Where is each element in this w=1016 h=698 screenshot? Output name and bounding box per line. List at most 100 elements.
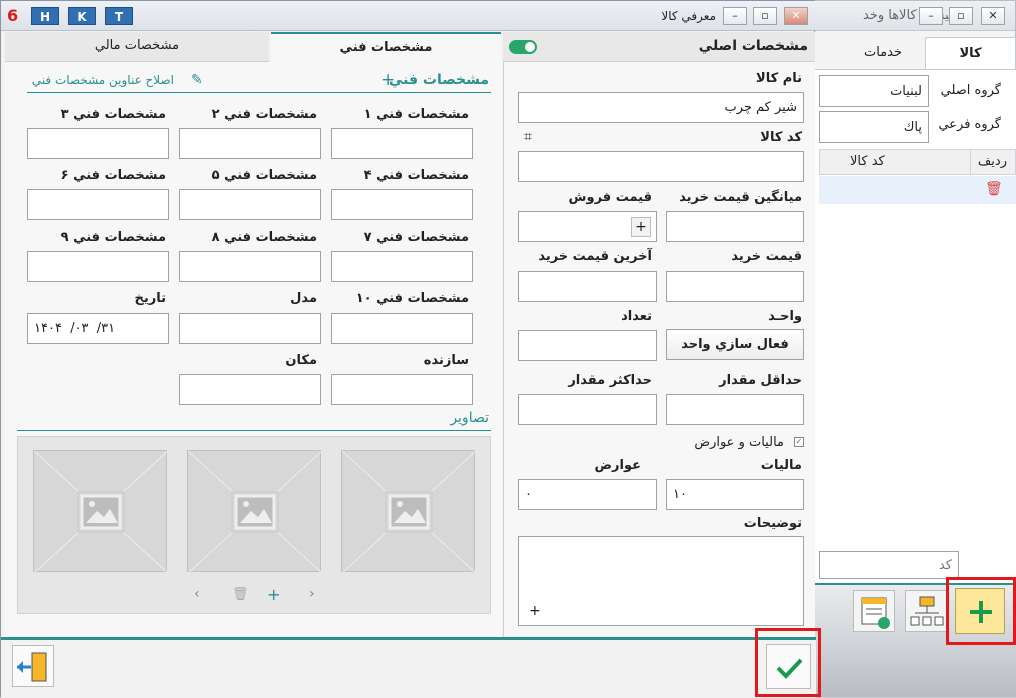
qr-code-icon[interactable]: ⌗: [524, 129, 532, 145]
image-slot-1[interactable]: [341, 450, 476, 573]
avg-buy-field[interactable]: [666, 211, 804, 242]
tech-spec-2-field[interactable]: [179, 128, 321, 159]
tech-spec-1-field[interactable]: [331, 128, 473, 159]
unit-label: واحـد: [768, 309, 802, 324]
exit-icon: [17, 652, 47, 682]
images-divider: [17, 430, 491, 431]
product-window: 6 H K T معرفي كالا – ▫ ✕ مشخصات فني مشخص…: [0, 0, 816, 698]
import-list-icon: [861, 597, 890, 629]
bg-tab-goods[interactable]: كالا: [925, 37, 1016, 69]
manufacturer-label: سازنده: [423, 353, 469, 368]
location-field[interactable]: [179, 374, 321, 405]
bg-title-bar: ليست كالاها وخد – ▫ ✕: [813, 1, 1015, 31]
image-placeholder-icon: [342, 451, 476, 573]
tech-spec-5-label: مشخصات فني ۵: [211, 168, 317, 183]
tax-checkbox[interactable]: ✓: [794, 437, 804, 447]
bg-tab-services[interactable]: خدمات: [843, 37, 923, 69]
buy-price-field[interactable]: [666, 271, 804, 302]
images-label: تصاوير: [450, 410, 489, 426]
model-field[interactable]: [179, 313, 321, 344]
tab-financial[interactable]: مشخصات مالي: [5, 32, 269, 62]
bg-close-button[interactable]: ✕: [981, 7, 1005, 25]
bg-col-code: كد كالا: [850, 154, 885, 169]
bg-col-row: رديف: [977, 154, 1007, 169]
add-image-icon[interactable]: +: [267, 585, 280, 604]
count-field[interactable]: [518, 330, 657, 361]
code-label: كد كالا: [760, 130, 802, 145]
exit-button[interactable]: [12, 645, 54, 687]
trash-icon[interactable]: 🗑: [985, 181, 1003, 197]
image-placeholder-icon: [188, 451, 322, 573]
tech-spec-1-label: مشخصات فني ۱: [363, 107, 469, 122]
bg-group-main-field[interactable]: [819, 75, 929, 107]
manufacturer-field[interactable]: [331, 374, 473, 405]
name-label: نام كالا: [756, 71, 802, 86]
import-list-button[interactable]: [853, 590, 895, 632]
last-buy-field[interactable]: [518, 271, 657, 302]
code-field[interactable]: [518, 151, 804, 182]
bg-group-sub-label: گروه فرعي: [938, 117, 1001, 132]
maximize-button[interactable]: ▫: [753, 7, 777, 25]
background-window: ليست كالاها وخد – ▫ ✕ كالا خدمات گروه اص…: [812, 0, 1016, 644]
tech-spec-9-field[interactable]: [27, 251, 169, 282]
highlight-add: [946, 577, 1016, 645]
description-field[interactable]: +: [518, 536, 804, 626]
bg-table-header: رديف كد كالا: [819, 149, 1016, 175]
tax-duty-checkbox-label: ماليات و عوارض: [694, 435, 784, 450]
add-tech-spec-icon[interactable]: +: [381, 70, 395, 90]
max-qty-field[interactable]: [518, 394, 657, 425]
tax-field[interactable]: [666, 479, 804, 510]
footer-bar: [1, 640, 816, 698]
image-slot-2[interactable]: [187, 450, 322, 573]
bg-maximize-button[interactable]: ▫: [949, 7, 973, 25]
bg-minimize-button[interactable]: –: [919, 7, 943, 25]
main-specs-toggle[interactable]: [509, 40, 537, 54]
date-label: تاريخ: [134, 291, 167, 306]
hierarchy-button[interactable]: [905, 590, 947, 632]
tech-spec-8-field[interactable]: [179, 251, 321, 282]
tech-spec-9-label: مشخصات فني ۹: [60, 230, 166, 245]
hierarchy-icon: [910, 596, 944, 626]
image-slot-3[interactable]: [33, 450, 168, 573]
min-qty-field[interactable]: [666, 394, 804, 425]
tech-spec-10-label: مشخصات فني ۱۰: [355, 291, 469, 306]
close-button[interactable]: ✕: [784, 7, 808, 25]
tech-spec-2-label: مشخصات فني ۲: [211, 107, 317, 122]
hkt-h-button[interactable]: H: [31, 7, 59, 25]
duty-label: عوارض: [594, 458, 641, 473]
hkt-t-button[interactable]: T: [105, 7, 133, 25]
hkt-k-button[interactable]: K: [68, 7, 96, 25]
location-label: مکان: [285, 353, 317, 368]
minimize-button[interactable]: –: [723, 7, 747, 25]
bg-search-input[interactable]: [819, 551, 959, 579]
activate-unit-button[interactable]: فعال سازي واحد: [666, 329, 804, 360]
bg-table-row[interactable]: 🗑: [819, 176, 1016, 204]
pencil-icon[interactable]: ✎: [191, 72, 203, 88]
chevron-left-icon[interactable]: ‹: [194, 586, 200, 602]
sell-price-add-icon[interactable]: +: [631, 217, 651, 237]
tech-spec-4-field[interactable]: [331, 189, 473, 220]
delete-image-icon[interactable]: 🗑: [232, 587, 249, 602]
name-field[interactable]: [518, 92, 804, 123]
description-add-icon[interactable]: +: [529, 603, 541, 619]
duty-field[interactable]: [518, 479, 657, 510]
window-title: معرفي كالا: [661, 9, 716, 23]
tech-spec-6-label: مشخصات فني ۶: [60, 168, 166, 183]
highlight-confirm: [755, 628, 821, 697]
edit-tech-titles-link[interactable]: اصلاح عناوين مشخصات فني: [32, 73, 174, 87]
tech-spec-6-field[interactable]: [27, 189, 169, 220]
tab-tech-specs[interactable]: مشخصات فني: [271, 32, 501, 62]
tech-spec-7-field[interactable]: [331, 251, 473, 282]
buy-price-label: قيمت خريد: [731, 249, 802, 264]
bg-group-sub-field[interactable]: [819, 111, 929, 143]
tech-spec-7-label: مشخصات فني ۷: [363, 230, 469, 245]
tech-spec-5-field[interactable]: [179, 189, 321, 220]
tech-specs-header: مشخصات فني: [388, 72, 489, 88]
date-field[interactable]: [27, 313, 169, 344]
model-label: مدل: [290, 291, 317, 306]
title-bar: 6 H K T معرفي كالا – ▫ ✕: [1, 1, 816, 31]
tech-spec-10-field[interactable]: [331, 313, 473, 344]
tech-spec-3-field[interactable]: [27, 128, 169, 159]
chevron-right-icon[interactable]: ›: [309, 586, 315, 602]
min-qty-label: حداقل مقدار: [719, 373, 802, 388]
